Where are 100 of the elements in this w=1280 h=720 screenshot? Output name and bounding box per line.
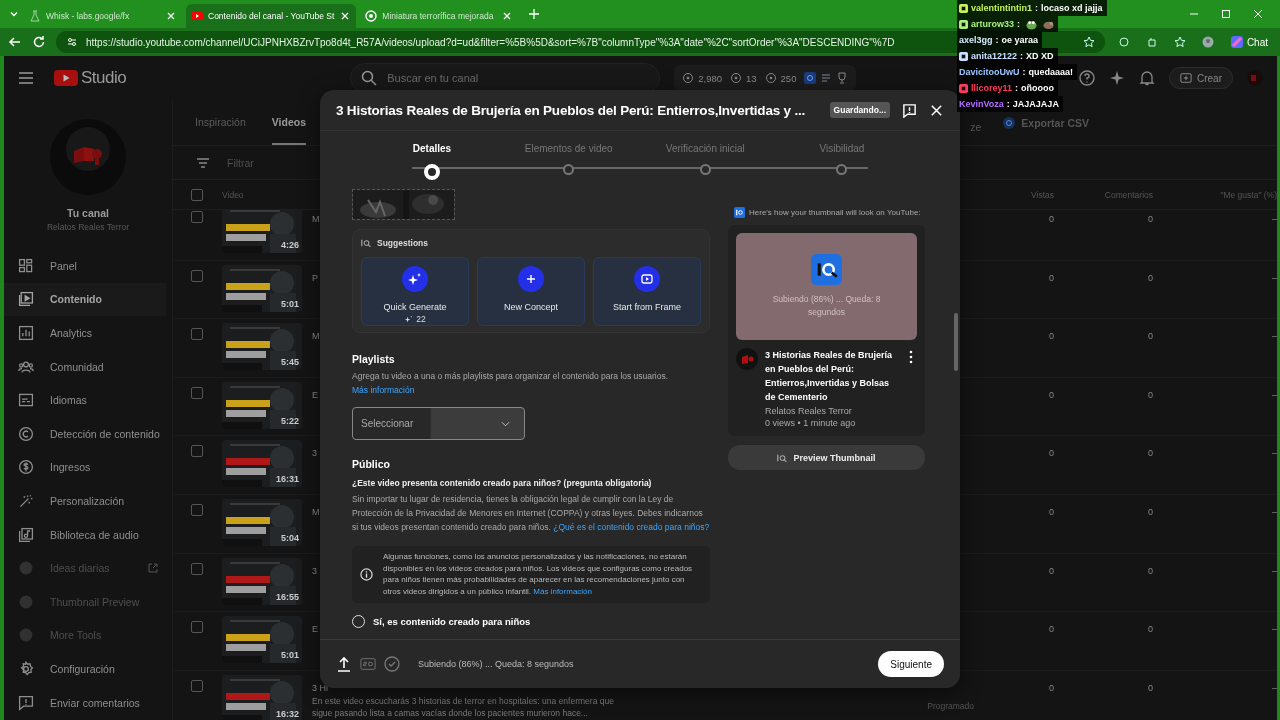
- table-cell-text: 0: [1147, 447, 1153, 459]
- upload-status: Subiendo (86%) ... Queda: 8 segundos: [418, 659, 574, 669]
- chat-separator: :: [995, 35, 999, 45]
- suggestion-card[interactable]: Start from Frame: [593, 257, 701, 326]
- step-tab[interactable]: Detalles: [372, 131, 492, 183]
- section-description: Sin importar tu lugar de residencia, tienes la obligación legal de cumplir con la Ley de Protección de la Privacidad de Menores en Internet (COPPA) y otras leyes. Debes indicarnos si tus videos presentan contenido creado para niños. ¿Qué es el contenido creado para niños?: [352, 493, 710, 534]
- video-title: 3 Historias Reales de Brujería en Pueblos del Perú: Entierros,Invertidas y Bolsas de Cementerio: [765, 349, 894, 404]
- chat-separator: :: [1035, 3, 1038, 13]
- video-duration: 16:55: [275, 591, 299, 602]
- table-cell-text: –: [1271, 623, 1277, 635]
- chat-separator: :: [1015, 83, 1019, 93]
- toolbar-text: ze: [970, 119, 982, 133]
- radio-option[interactable]: Sí, es contenido creado para niños: [352, 615, 710, 628]
- nav-item[interactable]: Ingresos: [4, 450, 166, 485]
- upload-progress-text: Subiendo (86%) ... Queda: 8 segundos: [771, 293, 882, 319]
- nav-item[interactable]: Enviar comentarios: [4, 685, 166, 720]
- suggestion-card[interactable]: New Concept: [477, 257, 585, 326]
- tab-title: Whisk - labs.google/fx: [46, 11, 131, 21]
- video-duration: 5:01: [281, 298, 299, 309]
- more-info-link[interactable]: Más información: [352, 385, 415, 395]
- video-description: En este video escucharás 3 historias de terror en hospitales: una enfermera que sigue pasando lista a camas vacías donde los pacientes murieron hace...: [312, 694, 615, 719]
- option-label: Sí, es contenido creado para niños: [373, 616, 531, 627]
- stat-value: 250: [780, 72, 797, 84]
- chat-separator: :: [1017, 19, 1020, 29]
- chat-username: axel3gg: [959, 35, 993, 45]
- table-cell-text: 0: [1048, 681, 1054, 693]
- nav-item[interactable]: Detección de contenido: [4, 416, 166, 451]
- chat-message: oñoooo: [1021, 83, 1055, 93]
- table-cell-text: 0: [1147, 564, 1153, 576]
- chat-separator: :: [1006, 99, 1010, 109]
- playlist-dropdown[interactable]: Seleccionar: [352, 407, 525, 440]
- nav-item[interactable]: Idiomas: [4, 383, 166, 417]
- search-field[interactable]: Buscar en tu canal: [350, 63, 661, 93]
- video-duration: 5:04: [281, 532, 299, 543]
- nav-item[interactable]: Biblioteca de audio: [4, 517, 166, 552]
- video-duration: 16:32: [275, 708, 299, 719]
- table-cell-text: –: [1271, 564, 1277, 576]
- video-duration: 5:22: [281, 415, 299, 426]
- browser-tab[interactable]: Contenido del canal - YouTube St: [186, 4, 357, 28]
- channel-name: Relatos Reales Terror: [46, 222, 129, 232]
- table-cell-text: 0: [1048, 271, 1054, 283]
- chat-separator: :: [1020, 51, 1024, 61]
- saving-status: Guardando...: [829, 102, 890, 118]
- nav-item[interactable]: Personalización: [4, 484, 166, 518]
- studio-logo[interactable]: Studio: [54, 68, 127, 88]
- nav-item[interactable]: Contenido: [4, 282, 166, 317]
- step-tab[interactable]: Verificación inicial: [645, 131, 766, 183]
- section-heading: Público: [352, 458, 391, 470]
- chat-message: quedaaaa!: [1028, 67, 1074, 77]
- step-tab[interactable]: Elementos de video: [508, 131, 629, 183]
- panel-title: Suggestions: [377, 238, 428, 248]
- preview-thumbnail-button[interactable]: Preview Thumbnail: [728, 445, 925, 470]
- suggestion-card[interactable]: Quick Generate 22: [361, 257, 469, 326]
- chat-button[interactable]: Chat: [1226, 36, 1272, 48]
- create-button[interactable]: Crear: [1169, 67, 1233, 89]
- video-duration: 5:45: [281, 357, 299, 368]
- table-cell-text: 0: [1048, 213, 1054, 224]
- table-cell-text: –: [1271, 388, 1277, 400]
- more-info-link[interactable]: Más información: [533, 586, 592, 596]
- table-cell-text: 0: [1147, 271, 1153, 283]
- table-cell-text: 0: [1048, 564, 1054, 576]
- table-cell-text: –: [1271, 213, 1277, 224]
- section-description: Agrega tu video a una o más playlists para organizar el contenido para los usuarios. Más información: [352, 370, 670, 397]
- visibility-status: Programado: [926, 700, 974, 711]
- chat-username: KevinVoza: [959, 99, 1004, 109]
- table-cell-text: –: [1271, 681, 1277, 693]
- chat-username: anita12122: [971, 51, 1018, 61]
- browser-tab[interactable]: Miniatura terrorífica mejorada: [360, 4, 519, 28]
- table-cell-text: 0: [1147, 330, 1153, 342]
- content-tab[interactable]: Videos: [271, 100, 307, 145]
- chat-username: valentintintin1: [971, 3, 1032, 13]
- chat-message: XD XD: [1026, 51, 1054, 61]
- browser-tab[interactable]: Whisk - labs.google/fx: [24, 4, 182, 28]
- chat-message: locaso xd jajja: [1041, 3, 1103, 13]
- logo-text: Studio: [81, 68, 127, 88]
- nav-item[interactable]: Comunidad: [4, 349, 166, 384]
- table-cell-text: –: [1271, 271, 1277, 283]
- table-cell-text: –: [1271, 447, 1277, 459]
- chat-message: JAJAJAJA: [1012, 99, 1059, 109]
- video-duration: 4:26: [281, 240, 299, 250]
- video-duration: 5:01: [281, 650, 299, 661]
- stat-value: 13: [746, 72, 757, 84]
- next-button[interactable]: Siguiente: [878, 651, 944, 677]
- section-heading: Playlists: [352, 353, 396, 365]
- table-cell-text: 0: [1147, 681, 1153, 693]
- credits-count: 22: [416, 314, 426, 324]
- table-cell-text: 0: [1048, 505, 1054, 517]
- nav-item[interactable]: Analytics: [4, 316, 166, 350]
- kids-content-link[interactable]: ¿Qué es el contenido creado para niños?: [553, 522, 710, 532]
- step-tab[interactable]: Visibilidad: [781, 131, 902, 183]
- nav-item[interactable]: Configuración: [4, 652, 166, 686]
- table-cell-text: 0: [1048, 330, 1054, 342]
- table-cell-text: 0: [1048, 447, 1054, 459]
- video-meta: 0 views • 1 minute ago: [765, 418, 857, 428]
- search-placeholder: Buscar en tu canal: [387, 72, 479, 84]
- table-cell-text: 0: [1147, 213, 1153, 224]
- chat-username: arturow33: [971, 19, 1014, 29]
- nav-item[interactable]: Panel: [4, 249, 166, 283]
- stat-value: 2,980: [698, 72, 722, 84]
- preview-caption: Here's how your thumbnail will look on YouTube:: [749, 208, 921, 217]
